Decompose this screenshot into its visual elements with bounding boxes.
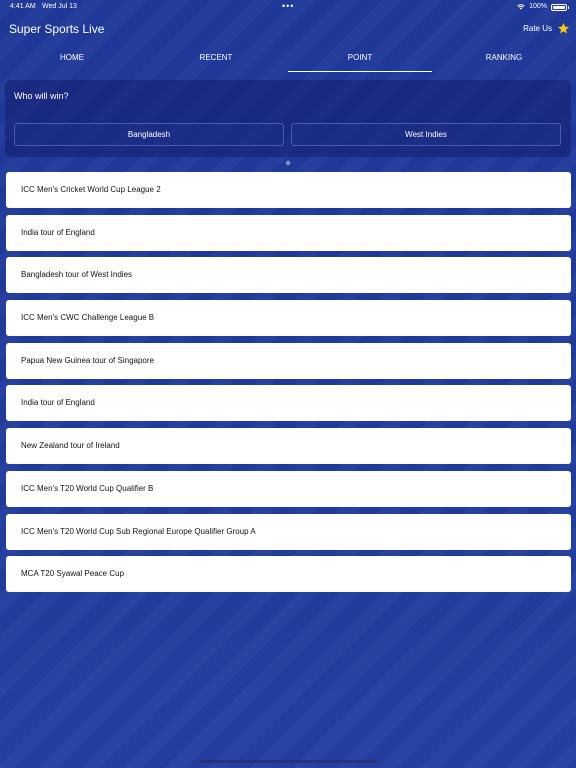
- series-item[interactable]: Bangladesh tour of West Indies: [6, 257, 571, 294]
- series-item[interactable]: ICC Men's CWC Challenge League B: [6, 300, 571, 337]
- home-indicator[interactable]: [200, 760, 376, 763]
- status-right: 100%: [517, 0, 569, 14]
- series-item[interactable]: ICC Men's Cricket World Cup League 2: [6, 172, 571, 208]
- star-icon: [557, 22, 570, 34]
- series-item[interactable]: ICC Men's T20 World Cup Qualifier B: [6, 470, 571, 507]
- series-item[interactable]: India tour of England: [6, 385, 571, 422]
- series-item[interactable]: MCA T20 Syawal Peace Cup: [6, 556, 571, 593]
- status-date: Wed Jul 13: [42, 3, 77, 10]
- series-list: ICC Men's Cricket World Cup League 2 Ind…: [6, 172, 571, 599]
- series-item[interactable]: India tour of England: [6, 214, 571, 251]
- multitasking-dots[interactable]: •••: [282, 0, 294, 12]
- tab-home[interactable]: HOME: [0, 48, 144, 72]
- battery-icon: [551, 3, 569, 11]
- tab-recent[interactable]: RECENT: [144, 48, 288, 72]
- tab-point[interactable]: POINT: [288, 48, 432, 72]
- poll-card: Who will win? Bangladesh West Indies: [5, 80, 571, 157]
- series-item[interactable]: New Zealand tour of Ireland: [6, 428, 571, 465]
- battery-percentage: 100%: [529, 3, 547, 10]
- status-time: 4:41 AM: [10, 3, 36, 10]
- status-bar: 4:41 AM Wed Jul 13 ••• 100%: [0, 0, 576, 14]
- tab-ranking[interactable]: RANKING: [432, 48, 576, 72]
- page-indicator: [285, 160, 291, 166]
- tab-bar: HOME RECENT POINT RANKING: [0, 48, 576, 72]
- poll-option-bangladesh[interactable]: Bangladesh: [14, 123, 284, 146]
- rate-us-label: Rate Us: [523, 24, 552, 33]
- series-item[interactable]: Papua New Guinea tour of Singapore: [6, 342, 571, 379]
- series-item[interactable]: ICC Men's T20 World Cup Sub Regional Eur…: [6, 513, 571, 550]
- wifi-icon: [517, 4, 525, 10]
- poll-option-west-indies[interactable]: West Indies: [291, 123, 561, 146]
- poll-question: Who will win?: [14, 91, 69, 101]
- rate-us-button[interactable]: Rate Us: [523, 22, 570, 35]
- app-title: Super Sports Live: [9, 22, 105, 36]
